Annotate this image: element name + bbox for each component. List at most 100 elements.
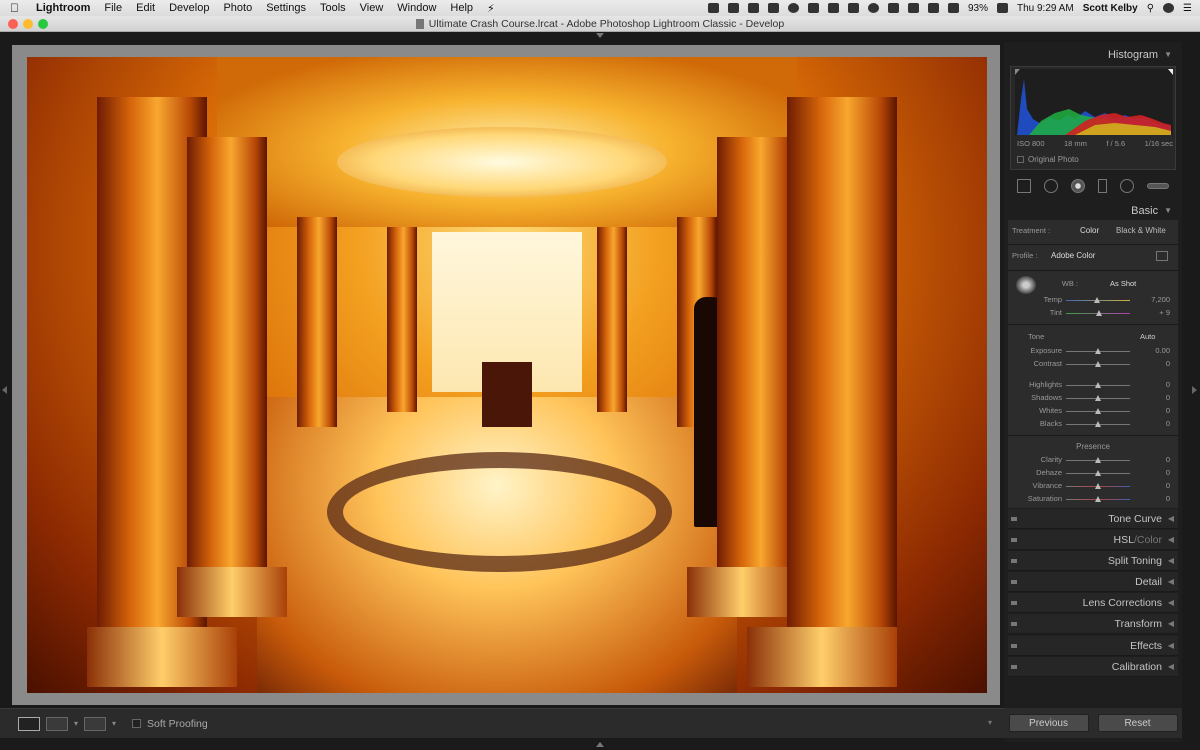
treatment-bw[interactable]: Black & White — [1116, 226, 1166, 235]
right-panel-toggle-icon[interactable] — [1192, 386, 1197, 394]
menu-app[interactable]: Lightroom — [36, 2, 90, 14]
menu-photo[interactable]: Photo — [223, 2, 252, 14]
saturation-slider-thumb[interactable] — [1095, 496, 1101, 502]
menu-view[interactable]: View — [360, 2, 384, 14]
info-icon[interactable] — [787, 3, 799, 13]
user-name[interactable]: Scott Kelby — [1083, 3, 1138, 14]
panel-switch-icon[interactable] — [1011, 517, 1017, 521]
hsl-panel-header[interactable]: HSL / Color ◀ — [1008, 530, 1178, 550]
whites-slider-thumb[interactable] — [1095, 408, 1101, 414]
menu-settings[interactable]: Settings — [266, 2, 306, 14]
screen-icon[interactable] — [747, 3, 759, 13]
graph-icon[interactable] — [827, 3, 839, 13]
menu-develop[interactable]: Develop — [169, 2, 209, 14]
notification-icon[interactable]: ☰ — [1183, 3, 1192, 14]
previous-button[interactable]: Previous — [1008, 714, 1089, 732]
soft-proofing-label[interactable]: Soft Proofing — [147, 718, 208, 730]
original-photo-toggle[interactable]: Original Photo — [1017, 155, 1079, 164]
panel-switch-icon[interactable] — [1011, 622, 1017, 626]
soft-proofing-checkbox[interactable] — [132, 719, 142, 728]
zoom-button[interactable] — [38, 19, 48, 29]
wb-dropdown[interactable]: As Shot — [1110, 279, 1136, 288]
basic-header[interactable]: Basic ▼ — [1004, 200, 1182, 221]
adjustment-brush-icon[interactable] — [1147, 183, 1170, 189]
contrast-value[interactable]: 0 — [1140, 359, 1170, 368]
temp-value[interactable]: 7,200 — [1140, 295, 1170, 304]
original-photo-checkbox[interactable] — [1017, 156, 1024, 163]
toolbar-options-icon[interactable]: ▾ — [988, 718, 992, 727]
camera-icon[interactable] — [767, 3, 779, 13]
panel-switch-icon[interactable] — [1011, 559, 1017, 563]
siri-icon[interactable] — [1163, 3, 1175, 13]
exposure-value[interactable]: 0.00 — [1140, 346, 1170, 355]
clarity-slider-thumb[interactable] — [1095, 457, 1101, 463]
apple-icon[interactable]:  — [10, 1, 22, 15]
menu-file[interactable]: File — [104, 2, 122, 14]
whites-value[interactable]: 0 — [1140, 406, 1170, 415]
before-after-dropdown-icon[interactable]: ▾ — [74, 719, 78, 728]
panel-switch-icon[interactable] — [1011, 665, 1017, 669]
tint-value[interactable]: + 9 — [1140, 308, 1170, 317]
spotlight-icon[interactable]: ⚲ — [1147, 3, 1154, 14]
clarity-value[interactable]: 0 — [1140, 455, 1170, 464]
dehaze-value[interactable]: 0 — [1140, 468, 1170, 477]
reset-button[interactable]: Reset — [1097, 714, 1178, 732]
menu-edit[interactable]: Edit — [136, 2, 155, 14]
graduated-filter-icon[interactable] — [1098, 179, 1108, 193]
close-button[interactable] — [8, 19, 18, 29]
photo-preview[interactable] — [27, 57, 987, 693]
swap-dropdown-icon[interactable]: ▾ — [112, 719, 116, 728]
battery-percent[interactable]: 93% — [968, 3, 988, 14]
script-icon[interactable]: ⚡ — [487, 2, 495, 15]
menu-tools[interactable]: Tools — [320, 2, 346, 14]
histogram-graph[interactable] — [1015, 69, 1173, 135]
time-machine-icon[interactable] — [867, 3, 879, 13]
profile-browser-icon[interactable] — [1156, 251, 1168, 261]
panel-switch-icon[interactable] — [1011, 644, 1017, 648]
treatment-color[interactable]: Color — [1080, 226, 1099, 235]
tint-slider-thumb[interactable] — [1096, 310, 1102, 316]
menu-window[interactable]: Window — [397, 2, 436, 14]
shadows-slider-thumb[interactable] — [1095, 395, 1101, 401]
dropbox-icon[interactable] — [727, 3, 739, 13]
panel-switch-icon[interactable] — [1011, 538, 1017, 542]
vibrance-slider-thumb[interactable] — [1095, 483, 1101, 489]
top-panel-toggle-icon[interactable] — [596, 33, 604, 38]
highlights-slider-thumb[interactable] — [1095, 382, 1101, 388]
crop-tool-icon[interactable] — [1016, 179, 1031, 193]
bottom-panel-toggle-icon[interactable] — [596, 742, 604, 747]
transform-panel-header[interactable]: Transform ◀ — [1008, 614, 1178, 634]
detail-panel-header[interactable]: Detail ◀ — [1008, 572, 1178, 592]
auto-tone-button[interactable]: Auto — [1140, 332, 1155, 341]
tone-curve-panel-header[interactable]: Tone Curve ◀ — [1008, 509, 1178, 529]
battery-icon[interactable] — [996, 3, 1008, 13]
shadows-value[interactable]: 0 — [1140, 393, 1170, 402]
lens-corrections-panel-header[interactable]: Lens Corrections ◀ — [1008, 593, 1178, 613]
bluetooth-icon[interactable] — [887, 3, 899, 13]
blacks-slider-thumb[interactable] — [1095, 421, 1101, 427]
hsl-title[interactable]: HSL — [1114, 534, 1134, 546]
radial-filter-icon[interactable] — [1120, 179, 1135, 193]
key-icon[interactable] — [847, 3, 859, 13]
temp-slider-thumb[interactable] — [1094, 297, 1100, 303]
histogram[interactable]: ISO 800 18 mm f / 5.6 1/16 sec Original … — [1010, 66, 1176, 170]
airplay-icon[interactable] — [927, 3, 939, 13]
effects-panel-header[interactable]: Effects ◀ — [1008, 636, 1178, 656]
menu-help[interactable]: Help — [450, 2, 473, 14]
vibrance-value[interactable]: 0 — [1140, 481, 1170, 490]
profile-dropdown[interactable]: Adobe Color — [1051, 251, 1095, 260]
left-panel-toggle-icon[interactable] — [2, 386, 7, 394]
red-eye-icon[interactable] — [1070, 179, 1085, 193]
swap-settings-button[interactable] — [84, 716, 107, 731]
spot-removal-icon[interactable] — [1043, 179, 1058, 193]
volume-icon[interactable] — [947, 3, 959, 13]
panel-switch-icon[interactable] — [1011, 580, 1017, 584]
split-toning-panel-header[interactable]: Split Toning ◀ — [1008, 551, 1178, 571]
contrast-slider-thumb[interactable] — [1095, 361, 1101, 367]
exposure-slider-thumb[interactable] — [1095, 348, 1101, 354]
panel-switch-icon[interactable] — [1011, 601, 1017, 605]
wifi-icon[interactable] — [907, 3, 919, 13]
blacks-value[interactable]: 0 — [1140, 419, 1170, 428]
highlights-value[interactable]: 0 — [1140, 380, 1170, 389]
color-title[interactable]: Color — [1137, 534, 1162, 546]
